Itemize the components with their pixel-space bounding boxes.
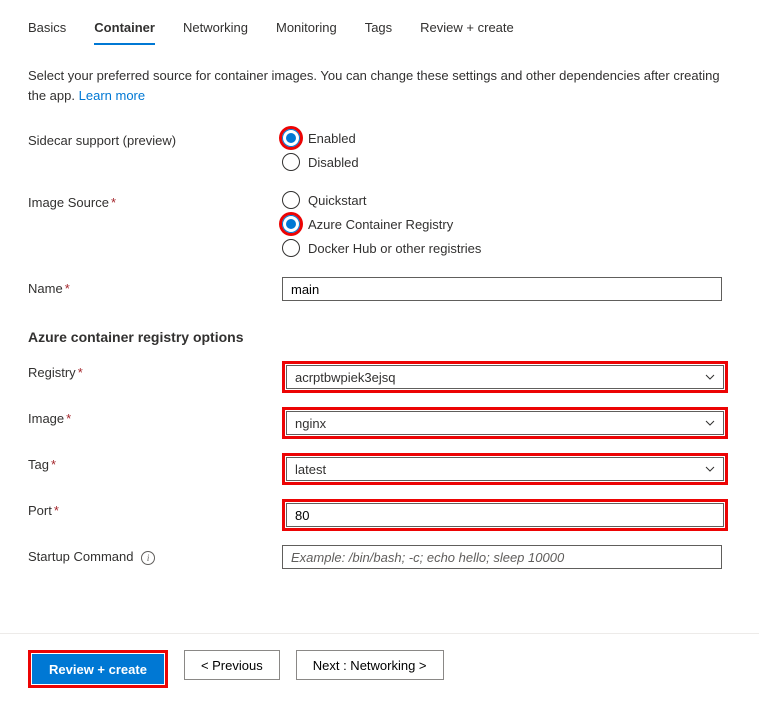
- tab-networking[interactable]: Networking: [183, 20, 248, 45]
- tag-label: Tag*: [28, 453, 282, 472]
- review-create-button[interactable]: Review + create: [32, 654, 164, 684]
- required-indicator: *: [54, 503, 59, 518]
- startup-input[interactable]: [282, 545, 722, 569]
- radio-icon: [282, 191, 300, 209]
- tab-basics[interactable]: Basics: [28, 20, 66, 45]
- sidecar-enabled-label: Enabled: [308, 131, 356, 146]
- image-source-label-text: Image Source: [28, 195, 109, 210]
- name-label-text: Name: [28, 281, 63, 296]
- required-indicator: *: [78, 365, 83, 380]
- image-source-acr-option[interactable]: Azure Container Registry: [282, 215, 731, 233]
- port-label-text: Port: [28, 503, 52, 518]
- docker-label: Docker Hub or other registries: [308, 241, 481, 256]
- radio-icon: [282, 239, 300, 257]
- registry-label: Registry*: [28, 361, 282, 380]
- image-source-docker-option[interactable]: Docker Hub or other registries: [282, 239, 731, 257]
- image-value: nginx: [295, 416, 326, 431]
- sidecar-disabled-option[interactable]: Disabled: [282, 153, 731, 171]
- port-label: Port*: [28, 499, 282, 518]
- form-content: Select your preferred source for contain…: [0, 46, 759, 683]
- required-indicator: *: [51, 457, 56, 472]
- tag-value: latest: [295, 462, 326, 477]
- sidecar-label: Sidecar support (preview): [28, 129, 282, 148]
- name-label: Name*: [28, 277, 282, 296]
- tag-select[interactable]: latest: [286, 457, 724, 481]
- quickstart-label: Quickstart: [308, 193, 367, 208]
- radio-icon: [282, 215, 300, 233]
- image-label: Image*: [28, 407, 282, 426]
- image-label-text: Image: [28, 411, 64, 426]
- registry-label-text: Registry: [28, 365, 76, 380]
- radio-icon: [282, 129, 300, 147]
- tab-container[interactable]: Container: [94, 20, 155, 45]
- learn-more-link[interactable]: Learn more: [79, 88, 145, 103]
- next-button[interactable]: Next : Networking >: [296, 650, 444, 680]
- startup-label: Startup Command i: [28, 545, 282, 565]
- registry-select[interactable]: acrptbwpiek3ejsq: [286, 365, 724, 389]
- port-input[interactable]: [286, 503, 724, 527]
- radio-icon: [282, 153, 300, 171]
- required-indicator: *: [111, 195, 116, 210]
- name-input[interactable]: [282, 277, 722, 301]
- tag-label-text: Tag: [28, 457, 49, 472]
- required-indicator: *: [66, 411, 71, 426]
- tab-bar: Basics Container Networking Monitoring T…: [0, 0, 759, 46]
- previous-button[interactable]: < Previous: [184, 650, 280, 680]
- review-create-highlight: Review + create: [28, 650, 168, 688]
- description-text: Select your preferred source for contain…: [28, 66, 731, 105]
- tab-monitoring[interactable]: Monitoring: [276, 20, 337, 45]
- sidecar-disabled-label: Disabled: [308, 155, 359, 170]
- info-icon[interactable]: i: [141, 551, 155, 565]
- acr-section-heading: Azure container registry options: [28, 329, 731, 345]
- registry-value: acrptbwpiek3ejsq: [295, 370, 395, 385]
- image-select[interactable]: nginx: [286, 411, 724, 435]
- startup-label-text: Startup Command: [28, 549, 134, 564]
- tab-tags[interactable]: Tags: [365, 20, 392, 45]
- sidecar-enabled-option[interactable]: Enabled: [282, 129, 731, 147]
- required-indicator: *: [65, 281, 70, 296]
- acr-label: Azure Container Registry: [308, 217, 453, 232]
- image-source-label: Image Source*: [28, 191, 282, 210]
- tab-review[interactable]: Review + create: [420, 20, 514, 45]
- footer-bar: Review + create < Previous Next : Networ…: [0, 633, 759, 704]
- image-source-quickstart-option[interactable]: Quickstart: [282, 191, 731, 209]
